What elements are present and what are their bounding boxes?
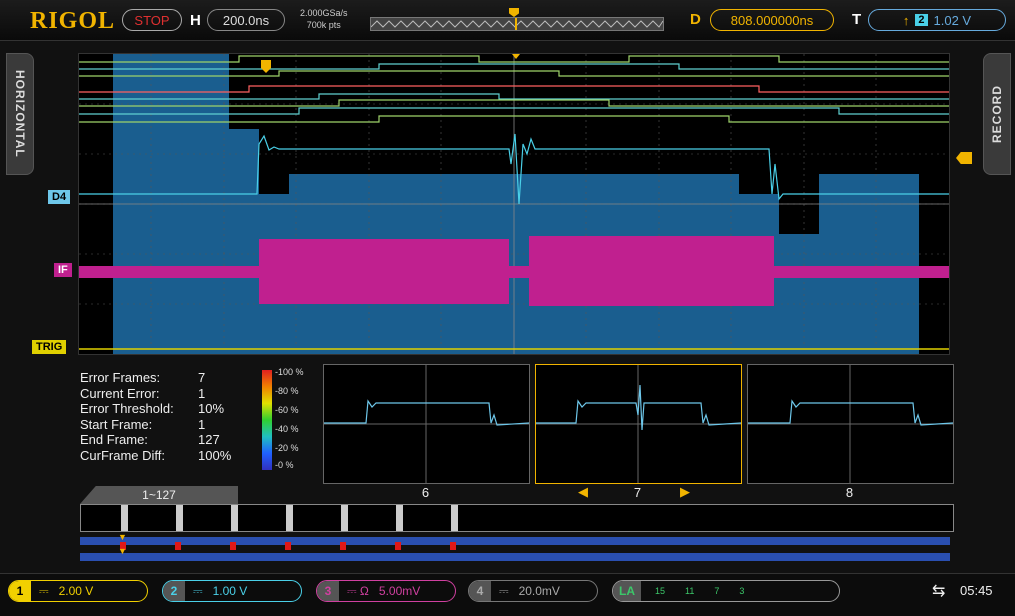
info-value: 1 xyxy=(198,416,206,432)
la-group-label: 11 xyxy=(685,586,695,596)
frame-navigator[interactable] xyxy=(80,504,954,532)
frame-thumbnail[interactable] xyxy=(323,364,530,484)
la-groups: 15 11 7 3 xyxy=(655,586,744,596)
channel-number: 2 xyxy=(163,581,185,601)
horizontal-tab-label: HORIZONTAL xyxy=(13,70,27,158)
info-label: Start Frame: xyxy=(80,416,153,432)
top-status-bar: RIGOL STOP H 200.0ns 2.000GSa/s 700k pts… xyxy=(0,0,1015,41)
trigger-source: 2 xyxy=(915,14,928,26)
frame-thumbnail[interactable] xyxy=(747,364,954,484)
color-scale-bar xyxy=(262,370,272,470)
next-frame-icon[interactable]: ▶ xyxy=(680,484,690,500)
info-label: CurFrame Diff: xyxy=(80,447,165,463)
info-row: Error Frames: 7 xyxy=(80,370,231,386)
scale-label: -80 % xyxy=(275,386,299,396)
sample-rate-info: 2.000GSa/s 700k pts xyxy=(300,7,348,31)
info-value: 7 xyxy=(198,370,206,385)
info-label: Error Threshold: xyxy=(80,401,174,416)
trigger-label: T xyxy=(852,11,862,28)
waveform-area[interactable] xyxy=(78,53,950,355)
current-frame-marker: ▼ xyxy=(118,546,127,556)
dc-coupling-icon: ⎓ xyxy=(39,583,49,598)
channel-2-button[interactable]: 2 ⎓ 1.00 V xyxy=(162,580,302,602)
overview-frame-bar[interactable] xyxy=(80,553,950,561)
channel-scale: 2.00 V xyxy=(58,584,94,598)
la-group-label: 3 xyxy=(739,586,745,596)
run-stop-indicator[interactable]: STOP xyxy=(122,9,182,31)
info-value: 1 xyxy=(198,385,206,401)
la-label: LA xyxy=(613,581,641,601)
channel-scale: 1.00 V xyxy=(212,584,248,598)
info-label: Error Frames: xyxy=(80,370,161,385)
record-tab[interactable]: RECORD xyxy=(983,53,1011,175)
waveform-canvas xyxy=(79,54,949,354)
scale-label: -60 % xyxy=(275,405,299,415)
channel-scale: 20.0mV xyxy=(518,584,560,598)
dc-coupling-icon: ⎓ xyxy=(193,583,203,598)
scale-label: -100 % xyxy=(275,367,304,377)
memory-overview-strip[interactable] xyxy=(370,17,664,31)
scope-display: RIGOL STOP H 200.0ns 2.000GSa/s 700k pts… xyxy=(0,0,1015,616)
info-row: CurFrame Diff: 100% xyxy=(80,448,231,464)
channel-3-button[interactable]: 3 ⎓ Ω 5.00mV xyxy=(316,580,456,602)
logic-analyzer-button[interactable]: LA 15 11 7 3 xyxy=(612,580,840,602)
if-channel-label[interactable]: IF xyxy=(54,263,72,277)
horizontal-scale[interactable]: 200.0ns xyxy=(207,9,285,31)
info-label: End Frame: xyxy=(80,432,148,447)
pass-fail-info: Error Frames: 7 Current Error: 1 Error Thr… xyxy=(80,370,231,463)
channel-scale: 5.00mV xyxy=(378,584,421,598)
la-group-label: 7 xyxy=(714,586,720,596)
usb-icon: ⇆ xyxy=(932,583,946,600)
trigger-setting[interactable]: ↑ 2 1.02 V xyxy=(868,9,1006,31)
frame-number: 6 xyxy=(421,485,430,500)
rising-edge-icon: ↑ xyxy=(902,12,910,28)
current-frame-marker: ▼ xyxy=(118,532,127,542)
d4-channel-label[interactable]: D4 xyxy=(48,190,71,204)
scale-label: -40 % xyxy=(275,424,299,434)
la-group-label: 15 xyxy=(655,586,666,596)
scale-label: -0 % xyxy=(275,460,294,470)
info-value: 100% xyxy=(198,447,232,463)
channel-number: 4 xyxy=(469,581,491,601)
info-value: 10% xyxy=(198,401,225,416)
trigger-level: 1.02 V xyxy=(933,12,972,28)
info-row: Error Threshold: 10% xyxy=(80,401,231,417)
error-frame-bar xyxy=(80,537,950,550)
record-tab-label: RECORD xyxy=(990,84,1004,143)
prev-frame-icon[interactable]: ◀ xyxy=(578,484,588,500)
delay-value[interactable]: 808.000000ns xyxy=(710,9,834,31)
info-label: Current Error: xyxy=(80,385,160,401)
channel-4-button[interactable]: 4 ⎓ 20.0mV xyxy=(468,580,598,602)
horizontal-label: H xyxy=(190,12,201,29)
delay-label: D xyxy=(690,11,701,28)
trig-channel-label[interactable]: TRIG xyxy=(32,340,67,354)
frame-number: 7 xyxy=(633,485,642,500)
info-row: Start Frame: 1 xyxy=(80,417,231,433)
info-row: End Frame: 127 xyxy=(80,432,231,448)
trigger-level-marker[interactable] xyxy=(956,152,972,164)
memory-depth: 700k pts xyxy=(306,20,341,30)
sample-rate: 2.000GSa/s xyxy=(300,8,348,18)
frame-range-tab[interactable]: 1~127 xyxy=(80,486,238,504)
info-value: 127 xyxy=(198,432,220,447)
channel-1-button[interactable]: 1 ⎓ 2.00 V xyxy=(8,580,148,602)
bottom-channel-bar: 1 ⎓ 2.00 V 2 ⎓ 1.00 V 3 ⎓ Ω 5.00mV 4 ⎓ 2… xyxy=(0,573,1015,616)
channel-number: 3 xyxy=(317,581,339,601)
horizontal-tab[interactable]: HORIZONTAL xyxy=(6,53,34,175)
frame-number: 8 xyxy=(845,485,854,500)
scale-label: -20 % xyxy=(275,443,299,453)
frame-thumbnail-selected[interactable] xyxy=(535,364,742,484)
rigol-logo: RIGOL xyxy=(30,8,116,34)
trigger-position-marker xyxy=(509,8,519,17)
dc-coupling-icon: ⎓ xyxy=(499,583,509,598)
info-row: Current Error: 1 xyxy=(80,386,231,402)
channel-number: 1 xyxy=(9,581,31,601)
dc-coupling-50ohm-icon: ⎓ Ω xyxy=(347,583,369,598)
clock: 05:45 xyxy=(960,583,993,598)
